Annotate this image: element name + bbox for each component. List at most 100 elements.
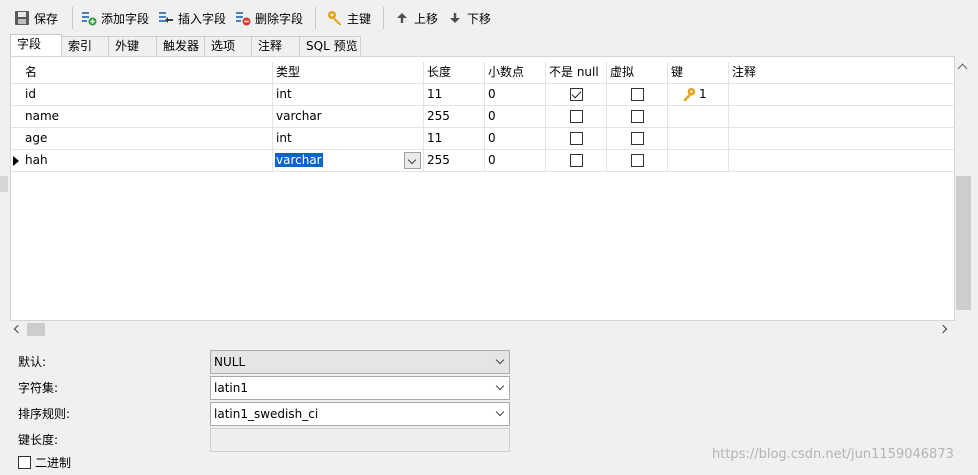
column-header-virtual[interactable]: 虚拟: [607, 62, 668, 83]
field-length-cell[interactable]: 11: [424, 84, 485, 105]
vertical-scroll-thumb[interactable]: [956, 176, 971, 310]
field-comment-cell[interactable]: [729, 106, 954, 127]
tab-foreign-keys[interactable]: 外键: [108, 36, 157, 56]
binary-checkbox[interactable]: [18, 456, 31, 469]
key-length-label: 键长度:: [18, 433, 59, 447]
delete-field-button[interactable]: 删除字段: [235, 8, 303, 28]
splitter-handle[interactable]: [0, 176, 8, 192]
table-row[interactable]: id int 11 0 1: [11, 84, 954, 106]
field-name-cell[interactable]: id: [22, 84, 273, 105]
field-length-cell[interactable]: 255: [424, 106, 485, 127]
not-null-checkbox[interactable]: [570, 132, 583, 145]
key-length-field[interactable]: [210, 428, 510, 452]
virtual-cell: [607, 128, 668, 149]
tab-triggers[interactable]: 触发器: [156, 36, 205, 56]
arrow-down-icon: [447, 10, 463, 26]
chevron-up-icon[interactable]: [957, 63, 968, 74]
default-label: 默认:: [18, 355, 47, 369]
field-decimals-cell[interactable]: 0: [485, 128, 546, 149]
column-header-name[interactable]: 名: [22, 62, 273, 83]
field-length-cell[interactable]: 255: [424, 150, 485, 171]
field-type-cell[interactable]: int: [273, 128, 424, 149]
tab-bar: 字段 索引 外键 触发器 选项 注释 SQL 预览: [0, 34, 978, 56]
vertical-scrollbar[interactable]: [955, 56, 972, 321]
field-decimals-cell[interactable]: 0: [485, 150, 546, 171]
floppy-disk-icon: [14, 10, 30, 26]
not-null-checkbox[interactable]: [570, 110, 583, 123]
key-cell[interactable]: [668, 106, 729, 127]
field-comment-cell[interactable]: [729, 128, 954, 149]
insert-field-button[interactable]: 插入字段: [158, 8, 226, 28]
column-header-not-null[interactable]: 不是 null: [546, 62, 607, 83]
default-select[interactable]: NULL: [210, 350, 510, 374]
not-null-checkbox[interactable]: [570, 88, 583, 101]
field-name-cell[interactable]: name: [22, 106, 273, 127]
key-cell[interactable]: [668, 150, 729, 171]
virtual-checkbox[interactable]: [631, 154, 644, 167]
field-type-editor[interactable]: varchar: [273, 150, 424, 171]
field-type-cell[interactable]: varchar: [273, 106, 424, 127]
tab-options[interactable]: 选项: [204, 36, 252, 56]
field-comment-cell[interactable]: [729, 84, 954, 105]
charset-value: latin1: [214, 381, 248, 395]
fields-grid: 名 类型 长度 小数点 不是 null 虚拟 键 注释 id int 11 0 …: [10, 56, 955, 321]
tab-sql-preview[interactable]: SQL 预览: [299, 36, 361, 56]
add-field-icon: [81, 10, 97, 26]
insert-field-icon: [158, 10, 174, 26]
chevron-down-icon[interactable]: [404, 152, 421, 169]
primary-key-button[interactable]: 主键: [327, 8, 371, 28]
field-length-cell[interactable]: 11: [424, 128, 485, 149]
watermark: https://blog.csdn.net/jun1159046873: [712, 447, 954, 462]
grid-header: 名 类型 长度 小数点 不是 null 虚拟 键 注释: [11, 62, 954, 84]
save-button[interactable]: 保存: [14, 8, 58, 28]
delete-field-label: 删除字段: [255, 11, 304, 26]
chevron-down-icon: [495, 381, 505, 391]
not-null-checkbox[interactable]: [570, 154, 583, 167]
column-header-type[interactable]: 类型: [273, 62, 424, 83]
virtual-cell: [607, 84, 668, 105]
move-down-label: 下移: [467, 11, 492, 26]
collation-select[interactable]: latin1_swedish_ci: [210, 402, 510, 426]
chevron-down-icon: [495, 407, 505, 417]
key-order: 1: [699, 87, 707, 101]
primary-key-icon: [682, 87, 697, 105]
column-header-decimals[interactable]: 小数点: [485, 62, 546, 83]
field-name-cell[interactable]: hah: [22, 150, 273, 171]
arrow-up-icon: [394, 10, 410, 26]
add-field-button[interactable]: 添加字段: [81, 8, 149, 28]
table-row[interactable]: age int 11 0: [11, 128, 954, 150]
column-header-key[interactable]: 键: [668, 62, 729, 83]
field-name-cell[interactable]: age: [22, 128, 273, 149]
key-cell[interactable]: [668, 128, 729, 149]
insert-field-label: 插入字段: [178, 11, 227, 26]
move-up-button[interactable]: 上移: [394, 8, 438, 28]
tab-comments[interactable]: 注释: [251, 36, 300, 56]
collation-value: latin1_swedish_ci: [214, 407, 319, 421]
horizontal-scroll-thumb[interactable]: [27, 323, 45, 336]
field-type-cell[interactable]: int: [273, 84, 424, 105]
table-row-current[interactable]: hah varchar 255 0: [11, 150, 954, 172]
toolbar-divider: [383, 7, 384, 29]
column-header-length[interactable]: 长度: [424, 62, 485, 83]
chevron-right-icon[interactable]: [938, 324, 948, 334]
charset-select[interactable]: latin1: [210, 376, 510, 400]
column-header-comment[interactable]: 注释: [729, 62, 954, 83]
field-comment-cell[interactable]: [729, 150, 954, 171]
horizontal-scrollbar[interactable]: [10, 321, 955, 338]
chevron-down-icon: [495, 355, 505, 365]
field-decimals-cell[interactable]: 0: [485, 84, 546, 105]
tab-fields[interactable]: 字段: [10, 34, 62, 56]
table-row[interactable]: name varchar 255 0: [11, 106, 954, 128]
move-down-button[interactable]: 下移: [447, 8, 491, 28]
save-label: 保存: [34, 11, 59, 26]
tab-indexes[interactable]: 索引: [61, 36, 109, 56]
virtual-checkbox[interactable]: [631, 110, 644, 123]
chevron-left-icon[interactable]: [13, 324, 23, 334]
field-decimals-cell[interactable]: 0: [485, 106, 546, 127]
move-up-label: 上移: [414, 11, 439, 26]
key-cell[interactable]: 1: [668, 84, 729, 105]
toolbar: 保存 添加字段 插入字段 删除字段 主键 上移 下移: [0, 0, 978, 34]
virtual-checkbox[interactable]: [631, 88, 644, 101]
virtual-checkbox[interactable]: [631, 132, 644, 145]
not-null-cell: [546, 150, 607, 171]
